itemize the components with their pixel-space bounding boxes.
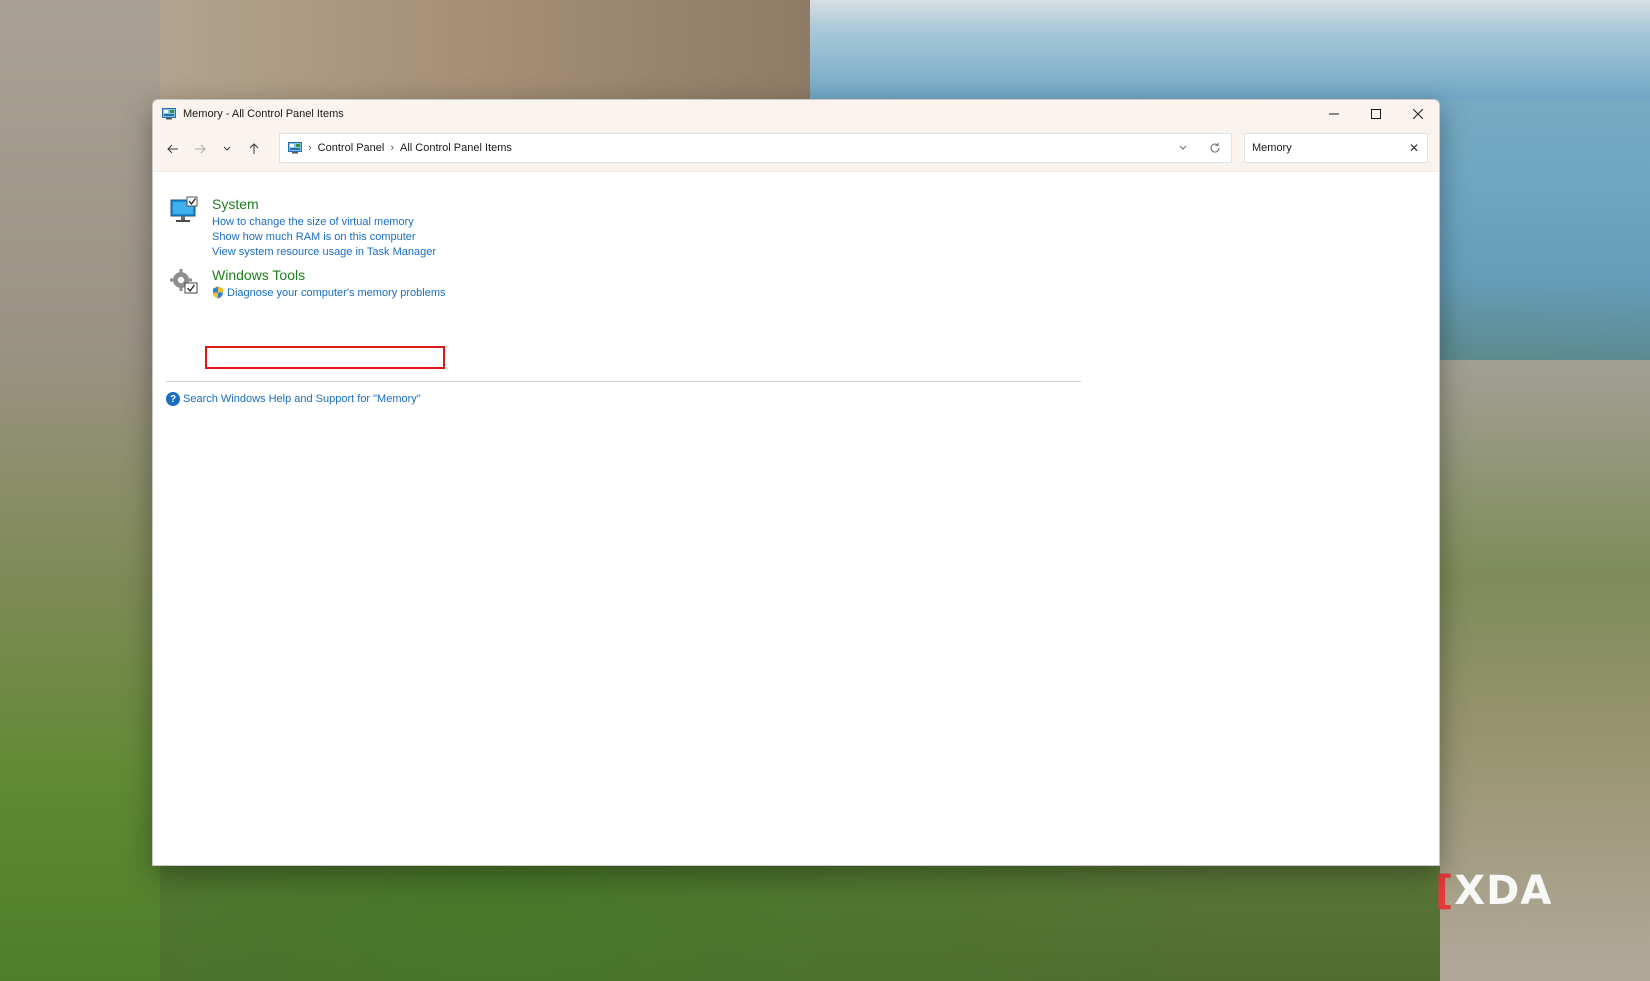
xda-watermark: [XDA [1435, 868, 1552, 914]
uac-shield-icon [213, 286, 223, 299]
arrow-left-icon [166, 144, 178, 154]
search-box[interactable]: ✕ [1244, 133, 1428, 163]
forward-button[interactable] [186, 135, 213, 163]
windows-tools-title-link[interactable]: Windows Tools [212, 267, 305, 283]
arrow-up-icon [249, 143, 258, 154]
close-button[interactable] [1397, 100, 1439, 127]
virtual-memory-link[interactable]: How to change the size of virtual memory [212, 216, 414, 228]
xda-logo-icon: [ [1435, 868, 1455, 914]
minimize-icon [1329, 113, 1339, 114]
xda-watermark-text: XDA [1454, 868, 1553, 914]
address-history-button[interactable] [1167, 134, 1199, 162]
refresh-button[interactable] [1199, 134, 1231, 162]
system-monitor-icon [170, 196, 198, 222]
wallpaper-sea [700, 0, 1650, 100]
result-group-system: System How to change the size of virtual… [169, 196, 569, 266]
maximize-button[interactable] [1355, 100, 1397, 127]
wallpaper-rocks [150, 0, 810, 100]
diagnose-memory-link[interactable]: Diagnose your computer's memory problems [227, 287, 446, 299]
address-bar[interactable]: › Control Panel › All Control Panel Item… [279, 133, 1232, 163]
show-ram-link[interactable]: Show how much RAM is on this computer [212, 231, 416, 243]
windows-tools-gear-icon [170, 269, 198, 294]
breadcrumb-all-control-panel-items[interactable]: All Control Panel Items [400, 142, 512, 154]
back-button[interactable] [159, 135, 186, 163]
diagnose-memory-row[interactable]: Diagnose your computer's memory problems [212, 286, 446, 299]
task-manager-link[interactable]: View system resource usage in Task Manag… [212, 246, 436, 258]
highlight-annotation-box [205, 346, 445, 369]
search-help-link[interactable]: Search Windows Help and Support for "Mem… [183, 393, 421, 405]
system-title-link[interactable]: System [212, 196, 259, 212]
wallpaper-amphitheatre [0, 0, 160, 981]
breadcrumb-separator-icon[interactable]: › [308, 142, 312, 154]
up-button[interactable] [240, 135, 267, 163]
close-icon [1413, 108, 1423, 119]
chevron-down-icon [1179, 145, 1187, 150]
breadcrumb-separator-icon[interactable]: › [390, 142, 394, 154]
control-panel-icon [162, 107, 176, 119]
address-actions [1167, 134, 1231, 162]
control-panel-icon [288, 142, 302, 154]
maximize-icon [1371, 108, 1381, 119]
window-controls [1313, 100, 1439, 127]
result-group-windows-tools: Windows Tools Diagnose your computer's m… [169, 267, 569, 307]
arrow-right-icon [194, 144, 206, 154]
help-search-row[interactable]: ? Search Windows Help and Support for "M… [166, 392, 421, 406]
navigation-toolbar: › Control Panel › All Control Panel Item… [153, 127, 1439, 172]
help-question-icon: ? [166, 392, 180, 406]
chevron-down-icon [223, 146, 230, 151]
title-bar[interactable]: Memory - All Control Panel Items [153, 100, 1439, 127]
search-input[interactable] [1250, 141, 1394, 155]
results-divider [166, 381, 1081, 382]
refresh-icon [1210, 142, 1220, 153]
control-panel-window: Memory - All Control Panel Items › Contr… [152, 99, 1440, 866]
recent-locations-button[interactable] [213, 135, 240, 163]
window-title: Memory - All Control Panel Items [183, 107, 344, 120]
clear-search-icon[interactable]: ✕ [1409, 141, 1419, 155]
minimize-button[interactable] [1313, 100, 1355, 127]
breadcrumb-control-panel[interactable]: Control Panel [318, 142, 385, 154]
search-results: System How to change the size of virtual… [153, 172, 1439, 865]
